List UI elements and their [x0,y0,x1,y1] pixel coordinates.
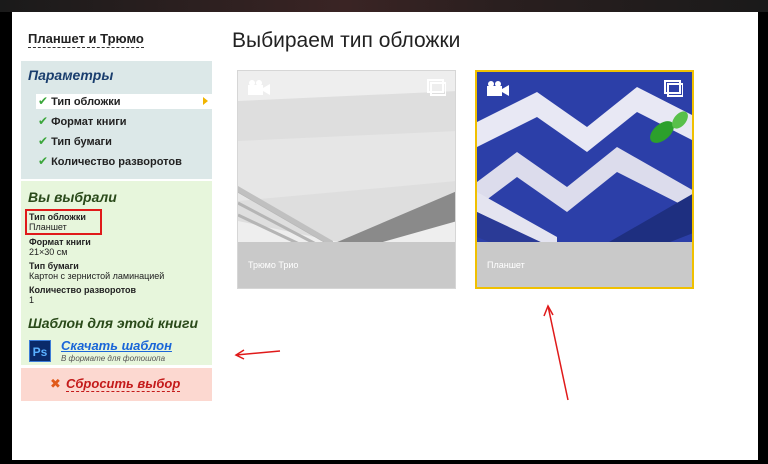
annotation-arrows [234,304,569,401]
